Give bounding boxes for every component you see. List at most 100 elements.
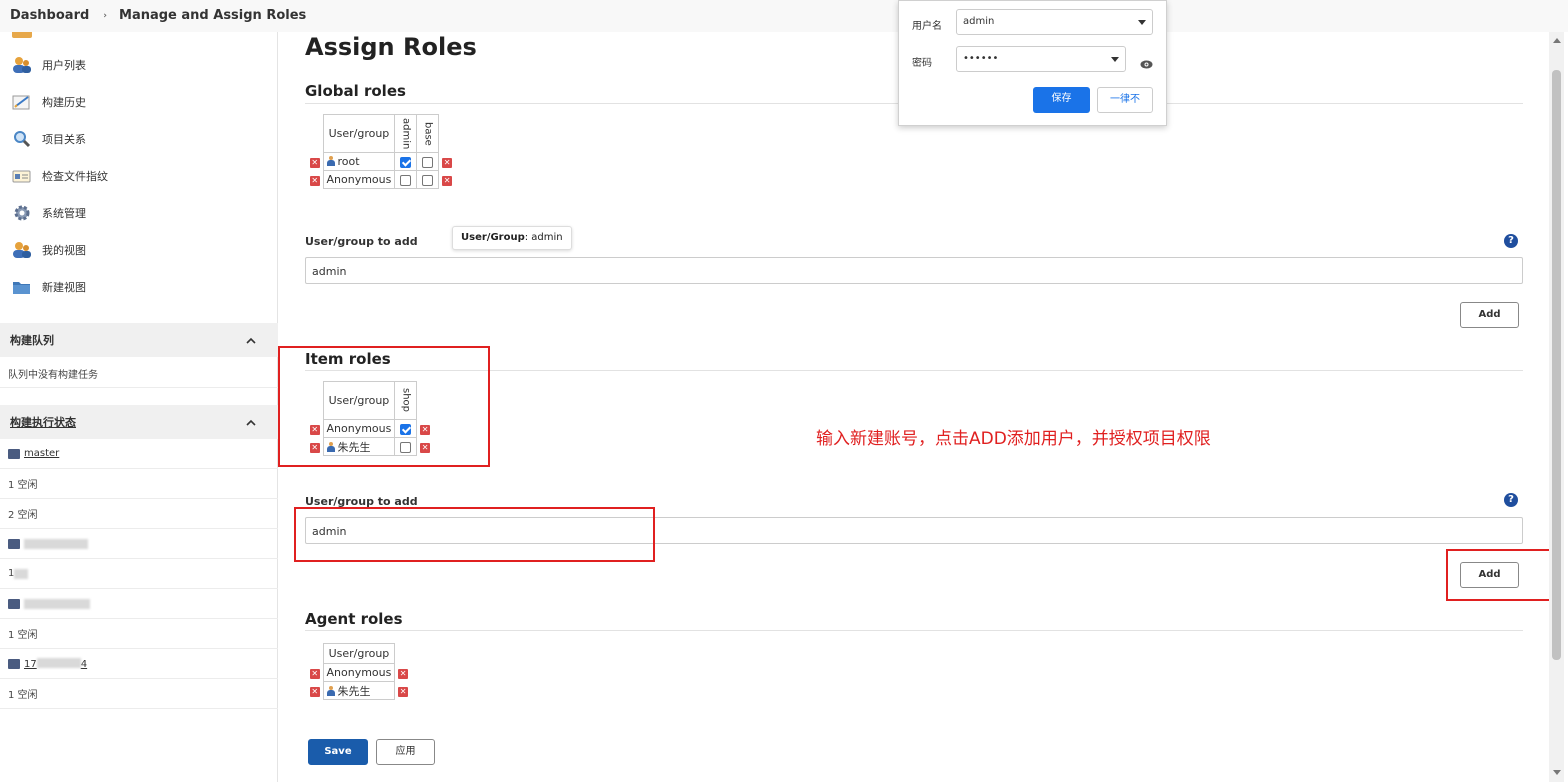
sidebar-item-my-views[interactable]: 我的视图	[0, 231, 278, 268]
fingerprint-icon	[12, 167, 32, 185]
executor-node-ip[interactable]: 17 4	[0, 649, 278, 679]
sidebar-item-user-list[interactable]: 用户列表	[0, 46, 278, 83]
user-cell: root	[322, 152, 396, 171]
role-checkbox[interactable]	[416, 170, 440, 189]
global-add-button[interactable]: Add	[1460, 302, 1519, 328]
sidebar-item-build-history[interactable]: 构建历史	[0, 83, 278, 120]
spacer	[438, 114, 455, 153]
executor-node-blurred[interactable]	[0, 529, 278, 559]
apply-button[interactable]: 应用	[376, 739, 435, 765]
popup-never-button[interactable]: 一律不	[1097, 87, 1153, 113]
executor-status: 1 空闲	[8, 480, 38, 491]
breadcrumb-dashboard[interactable]: Dashboard	[10, 8, 89, 23]
executor-node-link[interactable]: 17 4	[24, 657, 87, 670]
help-icon[interactable]: ?	[1504, 493, 1518, 507]
password-select[interactable]: ••••••	[956, 46, 1126, 72]
remove-icon[interactable]: ✕	[307, 153, 323, 171]
chevron-up-icon[interactable]	[246, 334, 256, 347]
computer-icon	[8, 658, 20, 669]
user-name: 朱先生	[337, 684, 371, 698]
blurred-node-name	[24, 598, 90, 609]
annotation-note: 输入新建账号，点击ADD添加用户，并授权项目权限	[816, 429, 1211, 449]
table-row: ✕ root ✕	[307, 152, 455, 171]
spacer	[394, 643, 411, 664]
computer-icon	[8, 538, 20, 549]
table-row: ✕ Anonymous ✕	[307, 170, 455, 189]
sidebar-item-system-admin[interactable]: 系统管理	[0, 194, 278, 231]
global-roles-table: User/group admin base ✕ root ✕ ✕ Anonymo…	[307, 114, 455, 189]
global-add-label: User/group to add	[305, 235, 418, 248]
build-queue-empty-text: 队列中没有构建任务	[8, 369, 98, 381]
annotation-box-add-button	[1446, 549, 1552, 601]
sidebar: 用户列表 构建历史 项目关系 检查文件指纹 系统管理 我的视图 新建视图 构建队…	[0, 32, 278, 782]
breadcrumb-bar: Dashboard › Manage and Assign Roles	[0, 0, 1568, 32]
chevron-down-icon	[1111, 57, 1119, 62]
cut-off-icon	[12, 32, 32, 38]
sidebar-item-label: 构建历史	[42, 95, 86, 109]
executor-row: 1 空闲	[0, 679, 278, 709]
computer-icon	[8, 598, 20, 609]
executor-row: 1 空闲	[0, 619, 278, 649]
sidebar-item-new-view[interactable]: 新建视图	[0, 268, 278, 305]
remove-icon[interactable]: ✕	[307, 171, 323, 189]
popup-save-button[interactable]: 保存	[1033, 87, 1090, 113]
help-icon[interactable]: ?	[1504, 234, 1518, 248]
column-header-role: base	[416, 114, 440, 153]
global-roles-heading: Global roles	[305, 82, 406, 100]
chevron-up-icon[interactable]	[246, 416, 256, 429]
page-title: Assign Roles	[305, 33, 477, 61]
node-name-prefix: 17	[24, 658, 37, 670]
username-value: admin	[963, 16, 995, 27]
sidebar-item-label: 系统管理	[42, 206, 86, 220]
password-value: ••••••	[963, 53, 999, 64]
remove-icon[interactable]: ✕	[395, 664, 411, 682]
vertical-scrollbar[interactable]	[1549, 32, 1564, 782]
scroll-down-icon[interactable]	[1553, 770, 1561, 775]
agent-roles-table: User/group ✕ Anonymous ✕ ✕ 朱先生 ✕	[307, 643, 411, 700]
breadcrumb-current[interactable]: Manage and Assign Roles	[119, 8, 306, 23]
executors-title[interactable]: 构建执行状态	[10, 414, 76, 430]
executor-status: 1 空闲	[8, 630, 38, 641]
executor-status: 2 空闲	[8, 510, 38, 521]
global-user-group-input[interactable]: admin	[305, 257, 1523, 284]
remove-icon[interactable]: ✕	[307, 682, 323, 700]
agent-roles-heading: Agent roles	[305, 610, 403, 628]
scroll-up-icon[interactable]	[1553, 38, 1561, 43]
sidebar-item-project-relations[interactable]: 项目关系	[0, 120, 278, 157]
user-icon	[326, 156, 335, 166]
build-queue-header[interactable]: 构建队列	[0, 323, 278, 357]
remove-icon[interactable]: ✕	[439, 171, 455, 189]
remove-icon[interactable]: ✕	[395, 682, 411, 700]
remove-icon[interactable]: ✕	[307, 664, 323, 682]
table-row: ✕ 朱先生 ✕	[307, 681, 411, 700]
sidebar-item-label: 用户列表	[42, 58, 86, 72]
role-checkbox[interactable]	[394, 152, 418, 171]
executors-header[interactable]: 构建执行状态	[0, 405, 278, 439]
executor-node-blurred[interactable]	[0, 589, 278, 619]
role-checkbox[interactable]	[394, 170, 418, 189]
user-name: Anonymous	[326, 173, 392, 186]
users-icon	[12, 56, 32, 74]
build-queue-empty: 队列中没有构建任务	[0, 359, 278, 388]
user-cell: 朱先生	[322, 681, 396, 700]
executor-status: 1 空闲	[8, 690, 38, 701]
remove-icon[interactable]: ✕	[439, 153, 455, 171]
username-select[interactable]: admin	[956, 9, 1153, 35]
user-icon	[326, 685, 335, 696]
scrollbar-thumb[interactable]	[1552, 70, 1561, 660]
user-cell: Anonymous	[322, 663, 396, 682]
save-button[interactable]: Save	[308, 739, 368, 765]
tooltip-value: : admin	[524, 232, 563, 243]
blurred-node-name	[24, 538, 88, 549]
column-header-user-group: User/group	[322, 643, 396, 664]
build-queue-title: 构建队列	[10, 334, 54, 347]
sidebar-item-label: 新建视图	[42, 280, 86, 294]
executor-node-master[interactable]: master	[0, 439, 278, 469]
sidebar-item-fingerprint[interactable]: 检查文件指纹	[0, 157, 278, 194]
breadcrumb-separator: ›	[103, 10, 108, 21]
eye-icon[interactable]	[1140, 54, 1153, 73]
role-checkbox[interactable]	[416, 152, 440, 171]
executor-node-link[interactable]: master	[24, 448, 59, 459]
search-icon	[12, 130, 32, 148]
blurred-node-name	[36, 657, 81, 668]
